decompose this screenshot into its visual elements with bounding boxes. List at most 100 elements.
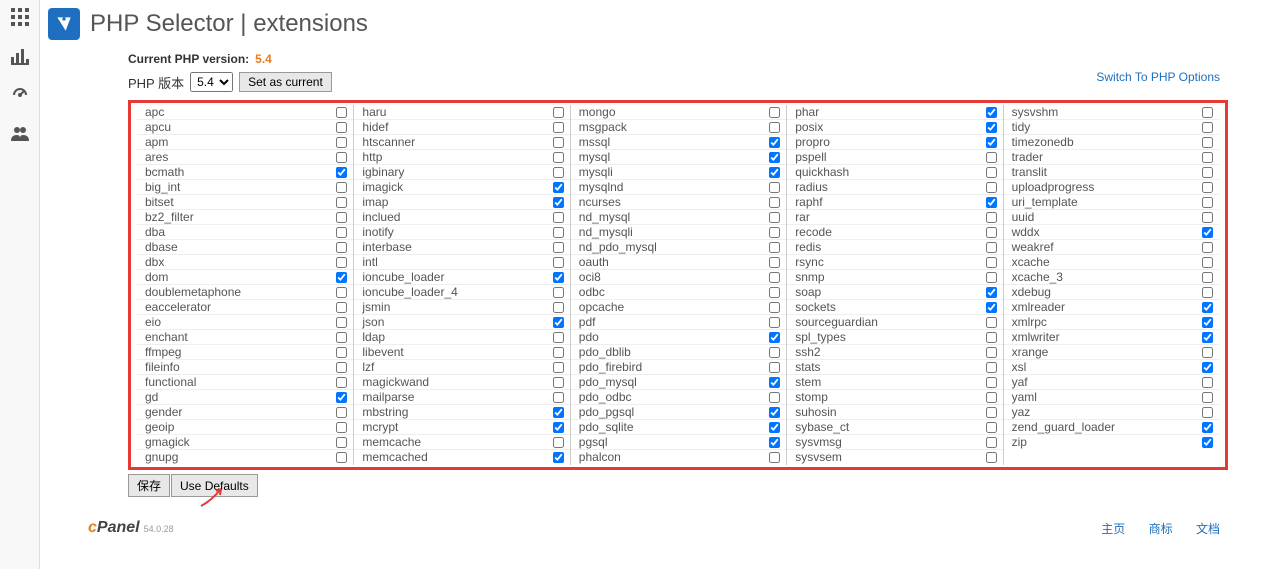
footer-link-trademark[interactable]: 商标 (1149, 522, 1173, 536)
extension-checkbox[interactable] (769, 302, 780, 313)
extension-checkbox[interactable] (986, 362, 997, 373)
extension-checkbox[interactable] (769, 122, 780, 133)
extension-checkbox[interactable] (553, 377, 564, 388)
extension-checkbox[interactable] (1202, 422, 1213, 433)
extension-checkbox[interactable] (769, 197, 780, 208)
extension-checkbox[interactable] (986, 167, 997, 178)
extension-checkbox[interactable] (336, 257, 347, 268)
extension-checkbox[interactable] (553, 347, 564, 358)
extension-checkbox[interactable] (336, 362, 347, 373)
extension-checkbox[interactable] (1202, 167, 1213, 178)
extension-checkbox[interactable] (336, 242, 347, 253)
extension-checkbox[interactable] (769, 152, 780, 163)
extension-checkbox[interactable] (1202, 242, 1213, 253)
extension-checkbox[interactable] (1202, 407, 1213, 418)
extension-checkbox[interactable] (1202, 362, 1213, 373)
footer-link-docs[interactable]: 文档 (1196, 522, 1220, 536)
extension-checkbox[interactable] (336, 152, 347, 163)
extension-checkbox[interactable] (986, 332, 997, 343)
extension-checkbox[interactable] (1202, 227, 1213, 238)
extension-checkbox[interactable] (336, 392, 347, 403)
extension-checkbox[interactable] (553, 242, 564, 253)
extension-checkbox[interactable] (336, 197, 347, 208)
extension-checkbox[interactable] (769, 452, 780, 463)
extension-checkbox[interactable] (769, 272, 780, 283)
extension-checkbox[interactable] (1202, 347, 1213, 358)
extension-checkbox[interactable] (336, 347, 347, 358)
extension-checkbox[interactable] (336, 332, 347, 343)
extension-checkbox[interactable] (553, 152, 564, 163)
extension-checkbox[interactable] (553, 227, 564, 238)
extension-checkbox[interactable] (986, 212, 997, 223)
extension-checkbox[interactable] (336, 212, 347, 223)
extension-checkbox[interactable] (553, 287, 564, 298)
extension-checkbox[interactable] (553, 362, 564, 373)
users-icon[interactable] (11, 125, 29, 146)
extension-checkbox[interactable] (986, 107, 997, 118)
extension-checkbox[interactable] (986, 197, 997, 208)
extension-checkbox[interactable] (769, 407, 780, 418)
extension-checkbox[interactable] (1202, 137, 1213, 148)
extension-checkbox[interactable] (986, 392, 997, 403)
extension-checkbox[interactable] (769, 257, 780, 268)
extension-checkbox[interactable] (986, 377, 997, 388)
extension-checkbox[interactable] (553, 407, 564, 418)
extension-checkbox[interactable] (1202, 152, 1213, 163)
extension-checkbox[interactable] (986, 272, 997, 283)
extension-checkbox[interactable] (986, 137, 997, 148)
extension-checkbox[interactable] (769, 317, 780, 328)
extension-checkbox[interactable] (553, 182, 564, 193)
extension-checkbox[interactable] (769, 377, 780, 388)
php-version-select[interactable]: 5.4 (190, 72, 233, 92)
set-as-current-button[interactable]: Set as current (239, 72, 332, 92)
extension-checkbox[interactable] (769, 107, 780, 118)
extension-checkbox[interactable] (336, 452, 347, 463)
extension-checkbox[interactable] (769, 182, 780, 193)
extension-checkbox[interactable] (336, 182, 347, 193)
extension-checkbox[interactable] (986, 287, 997, 298)
extension-checkbox[interactable] (553, 302, 564, 313)
extension-checkbox[interactable] (336, 407, 347, 418)
extension-checkbox[interactable] (986, 347, 997, 358)
extension-checkbox[interactable] (769, 437, 780, 448)
extension-checkbox[interactable] (553, 392, 564, 403)
extension-checkbox[interactable] (553, 197, 564, 208)
extension-checkbox[interactable] (1202, 287, 1213, 298)
grid-icon[interactable] (11, 8, 29, 29)
extension-checkbox[interactable] (986, 422, 997, 433)
extension-checkbox[interactable] (986, 152, 997, 163)
extension-checkbox[interactable] (336, 137, 347, 148)
extension-checkbox[interactable] (986, 317, 997, 328)
extension-checkbox[interactable] (553, 122, 564, 133)
extension-checkbox[interactable] (769, 212, 780, 223)
extension-checkbox[interactable] (769, 242, 780, 253)
extension-checkbox[interactable] (986, 182, 997, 193)
extension-checkbox[interactable] (1202, 212, 1213, 223)
extension-checkbox[interactable] (553, 422, 564, 433)
dashboard-icon[interactable] (11, 86, 29, 107)
extension-checkbox[interactable] (986, 302, 997, 313)
extension-checkbox[interactable] (336, 272, 347, 283)
extension-checkbox[interactable] (553, 437, 564, 448)
extension-checkbox[interactable] (553, 272, 564, 283)
extension-checkbox[interactable] (986, 257, 997, 268)
extension-checkbox[interactable] (1202, 317, 1213, 328)
extension-checkbox[interactable] (986, 227, 997, 238)
extension-checkbox[interactable] (1202, 392, 1213, 403)
extension-checkbox[interactable] (769, 347, 780, 358)
extension-checkbox[interactable] (336, 107, 347, 118)
extension-checkbox[interactable] (769, 392, 780, 403)
extension-checkbox[interactable] (769, 227, 780, 238)
extension-checkbox[interactable] (336, 287, 347, 298)
extension-checkbox[interactable] (1202, 182, 1213, 193)
extension-checkbox[interactable] (336, 317, 347, 328)
switch-to-options-link[interactable]: Switch To PHP Options (1096, 70, 1220, 84)
extension-checkbox[interactable] (336, 167, 347, 178)
extension-checkbox[interactable] (1202, 257, 1213, 268)
extension-checkbox[interactable] (336, 422, 347, 433)
extension-checkbox[interactable] (1202, 377, 1213, 388)
extension-checkbox[interactable] (1202, 122, 1213, 133)
extension-checkbox[interactable] (336, 122, 347, 133)
extension-checkbox[interactable] (769, 287, 780, 298)
extension-checkbox[interactable] (553, 137, 564, 148)
